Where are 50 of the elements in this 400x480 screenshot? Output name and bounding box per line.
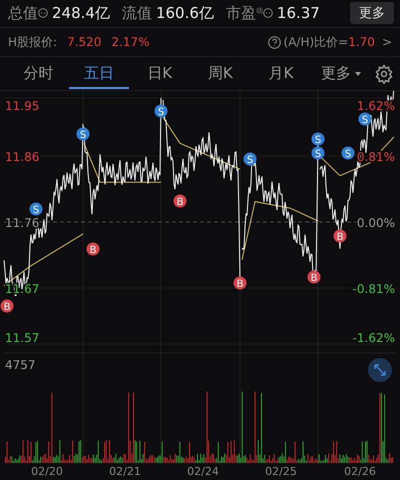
chart-tab[interactable]: 日K [129, 58, 190, 90]
expand-button[interactable] [368, 358, 392, 382]
sell-marker[interactable]: S [342, 146, 354, 160]
sell-marker[interactable]: S [312, 146, 324, 160]
stat-label: 流值 [122, 4, 152, 23]
date-label: 02/21 [109, 465, 141, 476]
stat-value: 16.37 [276, 4, 320, 22]
buy-marker[interactable]: B [334, 230, 346, 243]
chart-tab[interactable]: 五日 [68, 58, 130, 90]
settings-icon [374, 64, 394, 84]
chevron[interactable]: > [382, 35, 392, 50]
sell-marker[interactable]: S [358, 112, 372, 126]
info-icon[interactable] [262, 8, 273, 18]
info-icon[interactable] [38, 8, 48, 18]
buy-marker[interactable]: B [174, 194, 186, 208]
price-axis-label: 11.95 [5, 99, 40, 113]
buy-marker[interactable]: B [308, 270, 320, 284]
buy-marker[interactable]: B [86, 242, 100, 256]
more-button[interactable]: 更多 [350, 2, 394, 24]
sell-marker[interactable]: S [76, 128, 90, 141]
stat-label: 市盈 [226, 4, 256, 23]
chart-tab[interactable]: 月K [250, 58, 312, 90]
stat-value: 160.6亿 [156, 4, 214, 23]
date-label: 02/25 [265, 465, 297, 476]
date-label: 02/26 [344, 465, 376, 476]
h-share-label: H股报价: [8, 34, 58, 51]
h-share-change: 2.17% [111, 35, 150, 50]
sell-marker[interactable]: S [312, 132, 324, 146]
sell-marker[interactable]: S [244, 152, 256, 166]
volume-label: 4757 [5, 358, 36, 372]
ratio-value: 1.70 [348, 35, 375, 50]
stat-value: 248.4亿 [52, 4, 110, 23]
help-icon[interactable] [268, 36, 281, 49]
chart-tab[interactable]: 更多 [311, 58, 372, 90]
price-axis-label: 11.86 [5, 150, 40, 164]
chart-tab[interactable]: 周K [190, 58, 251, 90]
date-label: 02/24 [187, 465, 219, 476]
buy-marker[interactable]: B [0, 300, 14, 313]
price-axis-label: 11.57 [5, 331, 40, 345]
percent-axis-label: 0.00% [356, 216, 395, 230]
sell-marker[interactable]: S [154, 104, 168, 118]
h-share-price: 7.520 [67, 35, 102, 50]
ratio-label: (A/H)比价= [284, 34, 348, 51]
buy-marker[interactable]: B [234, 276, 246, 290]
date-label: 02/20 [31, 465, 63, 476]
stat-label: 总值 [8, 4, 38, 23]
sell-marker[interactable]: S [30, 202, 42, 216]
percent-axis-label: -0.81% [352, 282, 395, 296]
percent-axis-label: -1.62% [352, 331, 395, 345]
chart-tab[interactable]: 分时 [8, 58, 69, 90]
